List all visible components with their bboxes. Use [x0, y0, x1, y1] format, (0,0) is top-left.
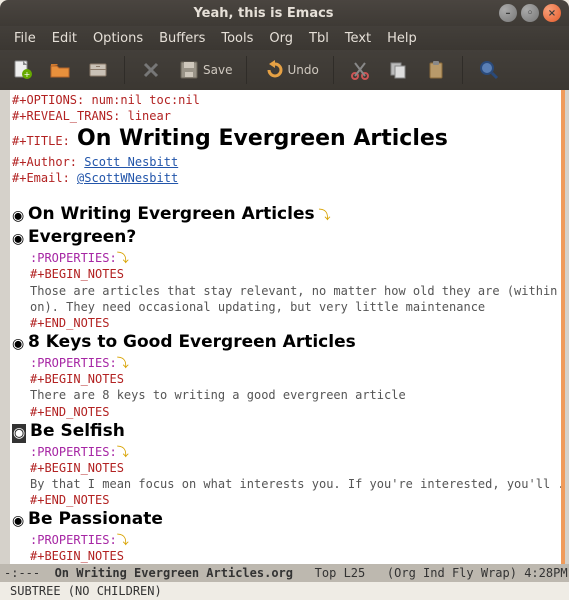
- end-notes-8keys: #+END_NOTES: [12, 404, 561, 420]
- save-button[interactable]: Save: [175, 56, 234, 84]
- window-controls: – ◦ ×: [499, 4, 561, 22]
- new-file-icon: +: [10, 58, 34, 82]
- modeline-status: -:---: [4, 566, 55, 580]
- maximize-button[interactable]: ◦: [521, 4, 539, 22]
- email-line: #+Email: @ScottWNesbitt: [12, 170, 561, 186]
- new-file-button[interactable]: +: [8, 56, 36, 84]
- heading-8keys: ◉ 8 Keys to Good Evergreen Articles: [12, 331, 561, 355]
- keys-body: There are 8 keys to writing a good everg…: [12, 387, 561, 403]
- begin-notes-evergreen: #+BEGIN_NOTES: [12, 266, 561, 282]
- prop-selfish: :PROPERTIES:⤵: [12, 444, 561, 460]
- mode-line[interactable]: -:--- On Writing Evergreen Articles.org …: [0, 564, 569, 582]
- paste-button[interactable]: [422, 56, 450, 84]
- blank-line: [12, 186, 561, 202]
- save-label: Save: [203, 63, 232, 77]
- tool-bar: + Save Undo: [0, 50, 569, 90]
- begin-notes-8keys: #+BEGIN_NOTES: [12, 371, 561, 387]
- undo-button[interactable]: Undo: [259, 56, 320, 84]
- save-icon: [177, 58, 201, 82]
- modeline-buffer: On Writing Evergreen Articles.org: [55, 566, 293, 580]
- undo-icon: [261, 58, 285, 82]
- heading-selfish: ◉ Be Selfish: [12, 420, 561, 444]
- menu-file[interactable]: File: [8, 29, 42, 48]
- evergreen-body-2: on). They need occasional updating, but …: [12, 299, 561, 315]
- prop-evergreen: :PROPERTIES:⤵: [12, 250, 561, 266]
- prop-8keys: :PROPERTIES:⤵: [12, 355, 561, 371]
- evergreen-body-1: Those are articles that stay relevant, n…: [12, 283, 561, 299]
- window-title: Yeah, this is Emacs: [28, 6, 499, 21]
- begin-notes-selfish: #+BEGIN_NOTES: [12, 460, 561, 476]
- close-file-button[interactable]: [137, 56, 165, 84]
- heading-main: ◉ On Writing Evergreen Articles ⤵: [12, 203, 561, 227]
- menu-org[interactable]: Org: [263, 29, 299, 48]
- prop-passionate: :PROPERTIES:⤵: [12, 532, 561, 548]
- minimize-button[interactable]: –: [499, 4, 517, 22]
- begin-notes-passionate: #+BEGIN_NOTES: [12, 548, 561, 564]
- drawer-icon: [86, 58, 110, 82]
- modeline-modes: (Org Ind Fly Wrap): [387, 566, 517, 580]
- menu-help[interactable]: Help: [381, 29, 423, 48]
- cut-button[interactable]: [346, 56, 374, 84]
- menu-text[interactable]: Text: [339, 29, 377, 48]
- heading-evergreen: ◉ Evergreen?: [12, 226, 561, 250]
- open-recent-button[interactable]: [84, 56, 112, 84]
- author-line: #+Author: Scott Nesbitt: [12, 154, 561, 170]
- reveal-trans-line: #+REVEAL_TRANS: linear: [12, 108, 561, 124]
- modeline-time: 4:28PM 3.5: [517, 566, 569, 580]
- scissors-icon: [348, 58, 372, 82]
- open-file-button[interactable]: [46, 56, 74, 84]
- undo-label: Undo: [287, 63, 318, 77]
- minibuffer-text: SUBTREE (NO CHILDREN): [10, 584, 162, 598]
- end-notes-evergreen: #+END_NOTES: [12, 315, 561, 331]
- menu-bar: File Edit Options Buffers Tools Org Tbl …: [0, 26, 569, 50]
- paste-icon: [424, 58, 448, 82]
- editor-area[interactable]: #+OPTIONS: num:nil toc:nil #+REVEAL_TRAN…: [0, 90, 569, 564]
- end-notes-selfish: #+END_NOTES: [12, 492, 561, 508]
- buffer-content[interactable]: #+OPTIONS: num:nil toc:nil #+REVEAL_TRAN…: [10, 90, 561, 564]
- svg-text:+: +: [24, 70, 31, 79]
- title-line: #+TITLE: On Writing Evergreen Articles: [12, 124, 561, 154]
- copy-icon: [386, 58, 410, 82]
- menu-options[interactable]: Options: [87, 29, 149, 48]
- heading-passionate: ◉ Be Passionate: [12, 508, 561, 532]
- selfish-body: By that I mean focus on what interests y…: [12, 476, 561, 492]
- modeline-position: Top L25: [293, 566, 387, 580]
- close-button[interactable]: ×: [543, 4, 561, 22]
- menu-edit[interactable]: Edit: [46, 29, 83, 48]
- right-fringe: [565, 90, 569, 564]
- search-button[interactable]: [475, 56, 503, 84]
- menu-tools[interactable]: Tools: [215, 29, 259, 48]
- minibuffer[interactable]: SUBTREE (NO CHILDREN): [0, 582, 569, 600]
- left-fringe: [0, 90, 10, 564]
- title-bar: Yeah, this is Emacs – ◦ ×: [0, 0, 569, 26]
- menu-buffers[interactable]: Buffers: [153, 29, 211, 48]
- copy-button[interactable]: [384, 56, 412, 84]
- menu-tbl[interactable]: Tbl: [303, 29, 335, 48]
- folder-open-icon: [48, 58, 72, 82]
- x-icon: [139, 58, 163, 82]
- options-line: #+OPTIONS: num:nil toc:nil: [12, 92, 561, 108]
- search-icon: [477, 58, 501, 82]
